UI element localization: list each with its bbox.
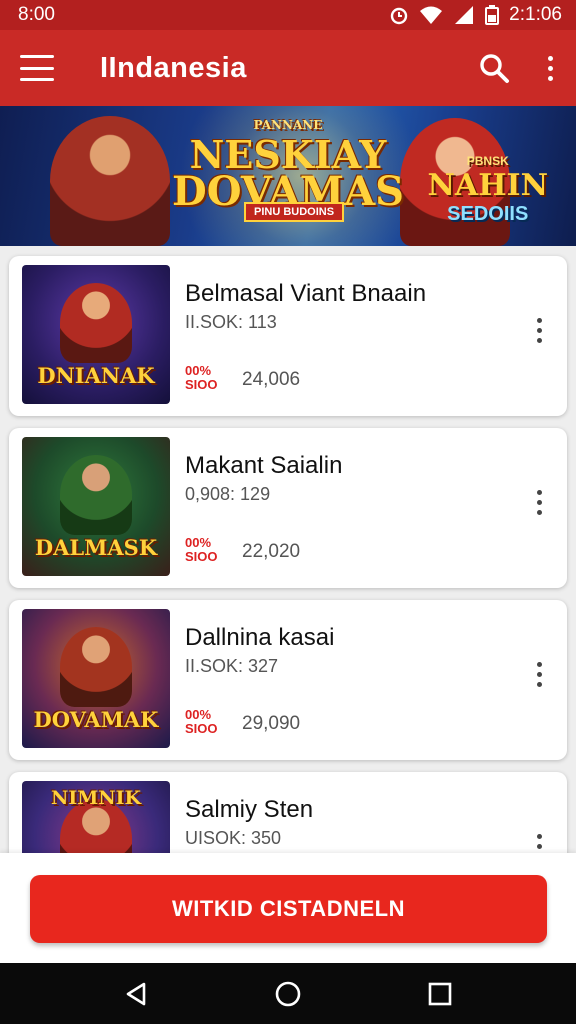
thumbnail-character — [60, 283, 132, 363]
banner-right-top: PBNSK — [466, 154, 509, 168]
signal-icon — [455, 6, 474, 24]
more-vert-icon[interactable] — [533, 318, 545, 343]
status-icons: 2:1:06 — [389, 4, 562, 26]
game-thumbnail: DALMASK — [22, 437, 170, 576]
thumbnail-label: DNIANAK — [37, 363, 155, 388]
status-time: 8:00 — [18, 4, 55, 25]
bottom-panel: WITKID CISTADNELN — [0, 853, 576, 963]
alarm-icon — [390, 7, 408, 25]
thumbnail-label: DOVAMAK — [33, 707, 159, 732]
wifi-icon — [420, 6, 443, 24]
thumbnail-character — [60, 455, 132, 535]
game-meta: 0,908: 129 — [185, 484, 271, 504]
rating-badge: 00% SIOO — [185, 363, 218, 392]
list-item[interactable]: DOVAMAK Dallnina kasai II.SOK: 327 00% S… — [9, 600, 567, 760]
game-title: Salmiy Sten — [185, 796, 314, 823]
home-icon[interactable] — [268, 974, 308, 1014]
more-vert-icon[interactable] — [544, 55, 556, 81]
game-title: Dallnina kasai — [185, 624, 335, 651]
recents-icon[interactable] — [420, 974, 460, 1014]
game-title: Belmasal Viant Bnaain — [185, 280, 427, 307]
search-icon[interactable] — [478, 52, 510, 84]
thumbnail-label: NIMNIK — [50, 787, 142, 809]
menu-icon[interactable] — [20, 55, 54, 81]
cta-button[interactable]: WITKID CISTADNELN — [30, 875, 547, 943]
system-nav-bar — [0, 963, 576, 1024]
back-icon[interactable] — [116, 974, 156, 1014]
battery-icon — [485, 5, 500, 25]
more-vert-icon[interactable] — [533, 490, 545, 515]
banner-right-main: NAHIN — [427, 168, 549, 203]
game-meta: II.SOK: 327 — [185, 656, 279, 676]
game-list: DNIANAK Belmasal Viant Bnaain II.SOK: 11… — [9, 256, 567, 944]
banner-tag: PINU BUDOINS — [244, 202, 345, 222]
app-title: IIndanesia — [100, 51, 247, 84]
list-item[interactable]: DALMASK Makant Saialin 0,908: 129 00% SI… — [9, 428, 567, 588]
game-thumbnail: DNIANAK — [22, 265, 170, 404]
thumbnail-character — [60, 627, 132, 707]
rating-badge: 00% SIOO — [185, 535, 218, 564]
game-meta: II.SOK: 113 — [185, 312, 277, 332]
app-actions — [478, 52, 556, 84]
thumbnail-label: DALMASK — [34, 535, 158, 560]
promo-banner[interactable]: PANNANE NESKIAY DOVAMAS PINU BUDOINS PBN… — [0, 106, 576, 246]
rating-badge: 00% SIOO — [185, 707, 218, 736]
banner-kicker: PANNANE — [253, 118, 323, 132]
game-meta: UISOK: 350 — [185, 828, 282, 848]
status-bar: 8:00 2:1:06 — [0, 0, 576, 30]
game-count: 22,020 — [242, 541, 301, 562]
more-vert-icon[interactable] — [533, 662, 545, 687]
status-clock-right: 2:1:06 — [509, 4, 562, 25]
game-title: Makant Saialin — [185, 452, 343, 479]
game-count: 24,006 — [242, 369, 301, 390]
app-bar: IIndanesia — [0, 30, 576, 106]
game-thumbnail: DOVAMAK — [22, 609, 170, 748]
banner-right-logo: PBNSK NAHIN SEDOIIS — [428, 154, 549, 226]
list-item[interactable]: DNIANAK Belmasal Viant Bnaain II.SOK: 11… — [9, 256, 567, 416]
banner-right-sub: SEDOIIS — [447, 203, 529, 225]
game-count: 29,090 — [242, 713, 301, 734]
